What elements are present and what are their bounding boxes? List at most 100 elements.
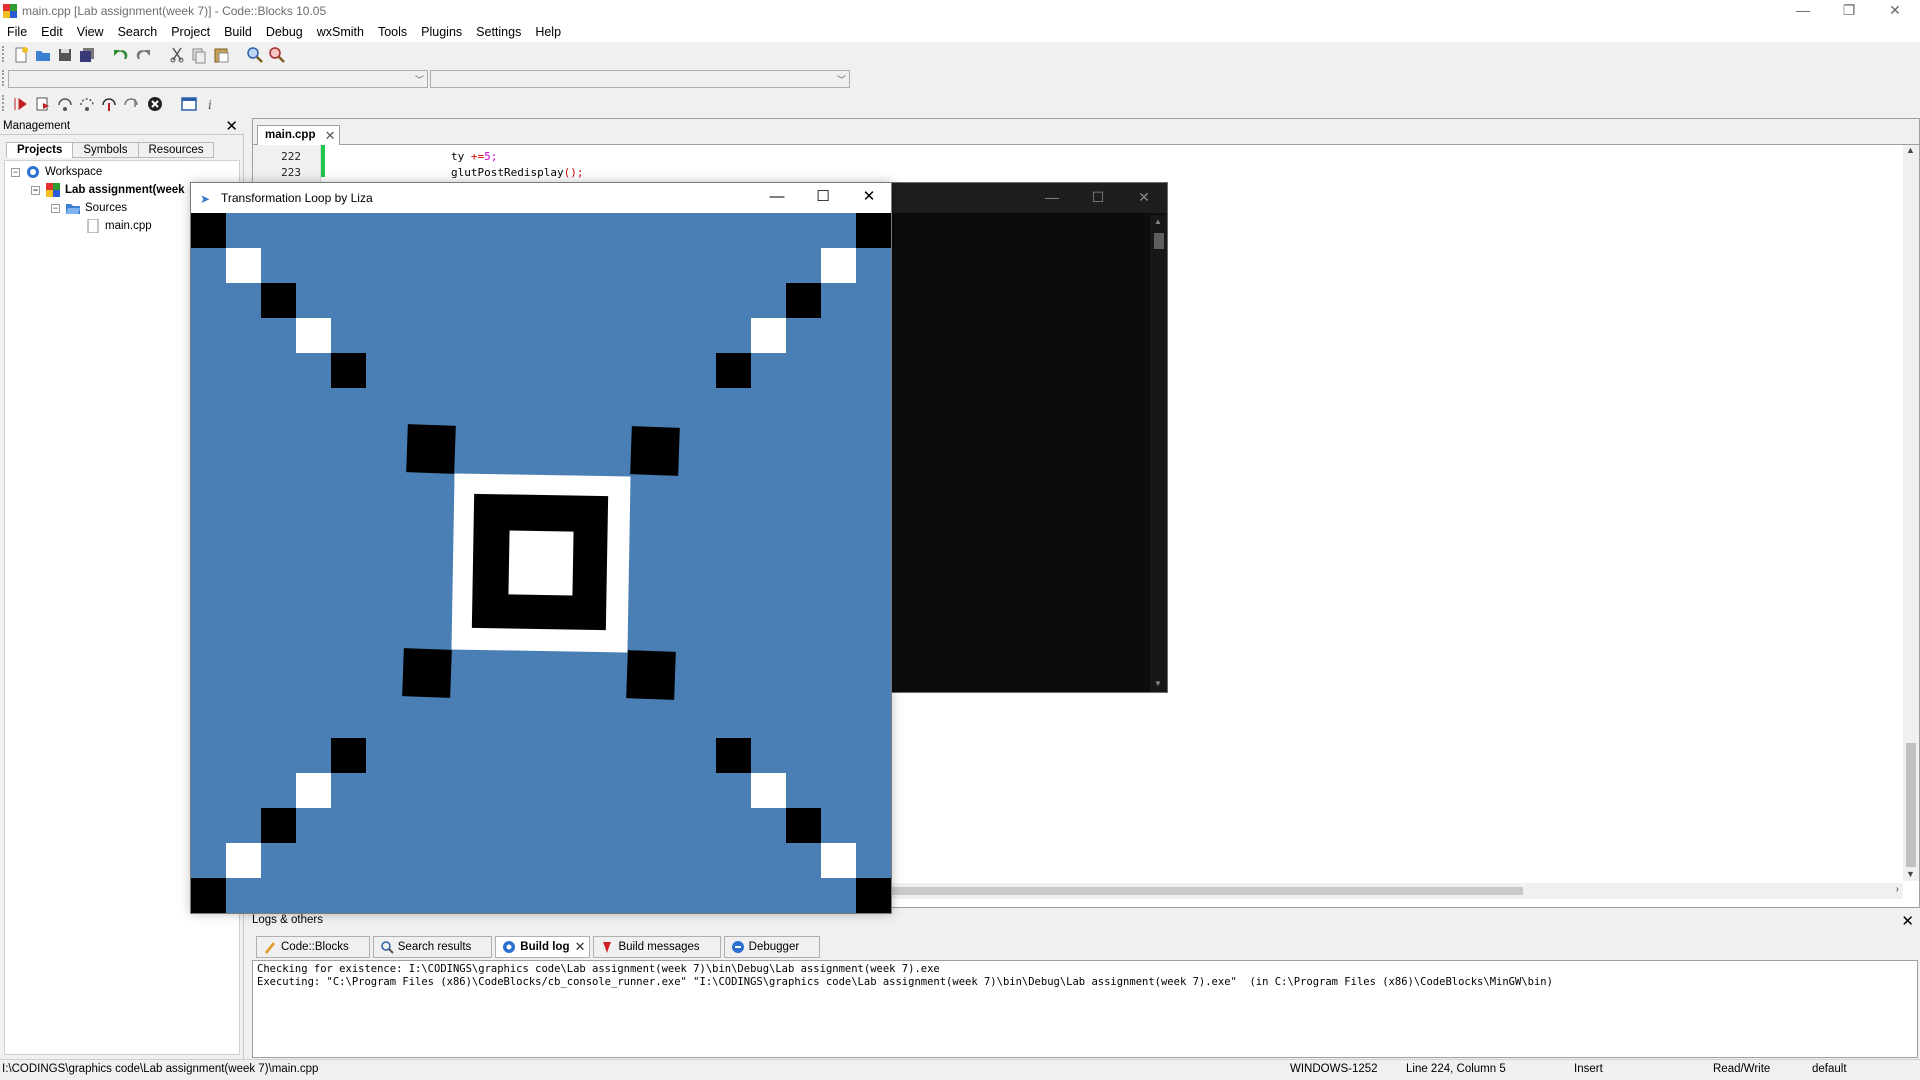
chevron-down-icon: ﹀: [414, 75, 424, 85]
tab-label: Build log: [520, 941, 570, 953]
collapse-icon[interactable]: −: [31, 185, 40, 195]
management-title: Management: [3, 120, 71, 132]
tree-label-workspace: Workspace: [45, 166, 103, 178]
menu-search[interactable]: Search: [111, 22, 165, 42]
scroll-up-icon[interactable]: ▲: [1906, 145, 1915, 155]
square: [626, 650, 676, 700]
tab-search-results[interactable]: Search results: [372, 936, 493, 958]
toolbar-grip[interactable]: [2, 70, 5, 86]
tab-debugger[interactable]: Debugger: [723, 936, 821, 958]
square: [331, 353, 366, 388]
console-scrollbar[interactable]: ▲ ▼: [1150, 215, 1167, 692]
menu-view[interactable]: View: [70, 22, 111, 42]
tree-item-main-cpp[interactable]: main.cpp: [85, 217, 152, 235]
status-profile: default: [1812, 1063, 1847, 1075]
square: [630, 426, 680, 476]
paste-icon[interactable]: [212, 46, 230, 64]
menu-tools[interactable]: Tools: [371, 22, 414, 42]
scroll-right-icon[interactable]: ›: [1896, 884, 1899, 895]
tab-label: Search results: [397, 941, 472, 953]
glut-minimize-button[interactable]: —: [755, 187, 799, 209]
undo-icon[interactable]: [112, 46, 130, 64]
console-minimize-button[interactable]: —: [1032, 187, 1072, 209]
tab-projects[interactable]: Projects: [6, 142, 74, 158]
tab-symbols[interactable]: Symbols: [72, 142, 139, 158]
debug-windows-icon[interactable]: [180, 95, 198, 113]
close-icon[interactable]: ✕: [1901, 912, 1914, 930]
glut-maximize-button[interactable]: ☐: [801, 187, 845, 209]
square: [191, 878, 226, 913]
menu-debug[interactable]: Debug: [259, 22, 310, 42]
tree-item-project[interactable]: − Lab assignment(week: [31, 181, 185, 199]
stop-debugger-icon[interactable]: [146, 95, 164, 113]
toolbar-grip[interactable]: [2, 95, 5, 111]
vertical-scrollbar[interactable]: ▲ ▼: [1903, 145, 1919, 881]
console-window[interactable]: — ☐ ✕ ▲ ▼: [885, 182, 1168, 693]
menu-file[interactable]: File: [0, 22, 34, 42]
open-folder-icon[interactable]: [34, 46, 52, 64]
status-encoding: WINDOWS-1252: [1290, 1063, 1378, 1075]
tab-resources[interactable]: Resources: [137, 142, 215, 158]
build-log-output[interactable]: Checking for existence: I:\CODINGS\graph…: [252, 960, 1918, 1058]
replace-icon[interactable]: [268, 46, 286, 64]
menu-settings[interactable]: Settings: [469, 22, 528, 42]
close-button[interactable]: ✕: [1872, 0, 1918, 22]
menu-edit[interactable]: Edit: [34, 22, 70, 42]
find-icon[interactable]: [246, 46, 264, 64]
tab-build-messages[interactable]: Build messages: [593, 936, 721, 958]
menu-project[interactable]: Project: [164, 22, 217, 42]
editor-tab-main-cpp[interactable]: main.cpp ✕: [257, 125, 341, 145]
function-combo[interactable]: ﹀: [430, 70, 850, 88]
step-into-icon[interactable]: [100, 95, 118, 113]
close-icon[interactable]: ✕: [325, 126, 336, 145]
menu-help[interactable]: Help: [528, 22, 568, 42]
scroll-down-icon[interactable]: ▼: [1906, 869, 1915, 879]
line-number: 222: [281, 150, 301, 163]
scroll-up-icon[interactable]: ▲: [1154, 217, 1162, 226]
tree-item-sources[interactable]: − Sources: [51, 199, 127, 217]
new-file-icon[interactable]: [12, 46, 30, 64]
step-out-icon[interactable]: [122, 95, 140, 113]
folder-open-icon: [65, 201, 81, 215]
redo-icon[interactable]: [134, 46, 152, 64]
workspace-icon: [25, 165, 41, 179]
restore-button[interactable]: ❐: [1826, 0, 1872, 22]
run-to-cursor-icon[interactable]: [34, 95, 52, 113]
debug-run-icon[interactable]: [12, 95, 30, 113]
next-instruction-icon[interactable]: [78, 95, 96, 113]
collapse-icon[interactable]: −: [51, 203, 60, 213]
cut-icon[interactable]: [168, 46, 186, 64]
square: [821, 843, 856, 878]
save-all-icon[interactable]: [78, 46, 96, 64]
scrollbar-thumb[interactable]: [1906, 743, 1916, 867]
save-icon[interactable]: [56, 46, 74, 64]
menu-wxsmith[interactable]: wxSmith: [310, 22, 371, 42]
tab-build-log[interactable]: Build log ✕: [495, 936, 591, 958]
next-line-icon[interactable]: [56, 95, 74, 113]
scrollbar-thumb[interactable]: [1154, 233, 1164, 249]
tab-codeblocks[interactable]: Code::Blocks: [256, 936, 370, 958]
glut-close-button[interactable]: ✕: [847, 187, 891, 209]
menu-build[interactable]: Build: [217, 22, 259, 42]
log-line: Executing: "C:\Program Files (x86)\CodeB…: [257, 976, 1553, 988]
menu-plugins[interactable]: Plugins: [414, 22, 469, 42]
tab-label: Debugger: [748, 941, 800, 953]
toolbar-grip[interactable]: [2, 46, 5, 62]
tree-label-project: Lab assignment(week: [65, 184, 185, 196]
info-icon[interactable]: i: [202, 95, 220, 113]
scope-combo[interactable]: ﹀: [8, 70, 428, 88]
glut-window[interactable]: ➤ Transformation Loop by Liza — ☐ ✕: [190, 182, 892, 914]
collapse-icon[interactable]: −: [11, 167, 20, 177]
opengl-canvas[interactable]: [191, 213, 891, 913]
copy-icon[interactable]: [190, 46, 208, 64]
close-icon[interactable]: ✕: [575, 937, 586, 957]
scroll-down-icon[interactable]: ▼: [1154, 679, 1162, 688]
tree-item-workspace[interactable]: − Workspace: [11, 163, 102, 181]
debugger-toolbar: i: [0, 93, 1920, 115]
minimize-button[interactable]: —: [1780, 0, 1826, 22]
close-icon[interactable]: ✕: [225, 117, 238, 135]
square: [331, 738, 366, 773]
console-maximize-button[interactable]: ☐: [1078, 187, 1118, 209]
console-close-button[interactable]: ✕: [1124, 187, 1164, 209]
status-access: Read/Write: [1713, 1063, 1771, 1075]
